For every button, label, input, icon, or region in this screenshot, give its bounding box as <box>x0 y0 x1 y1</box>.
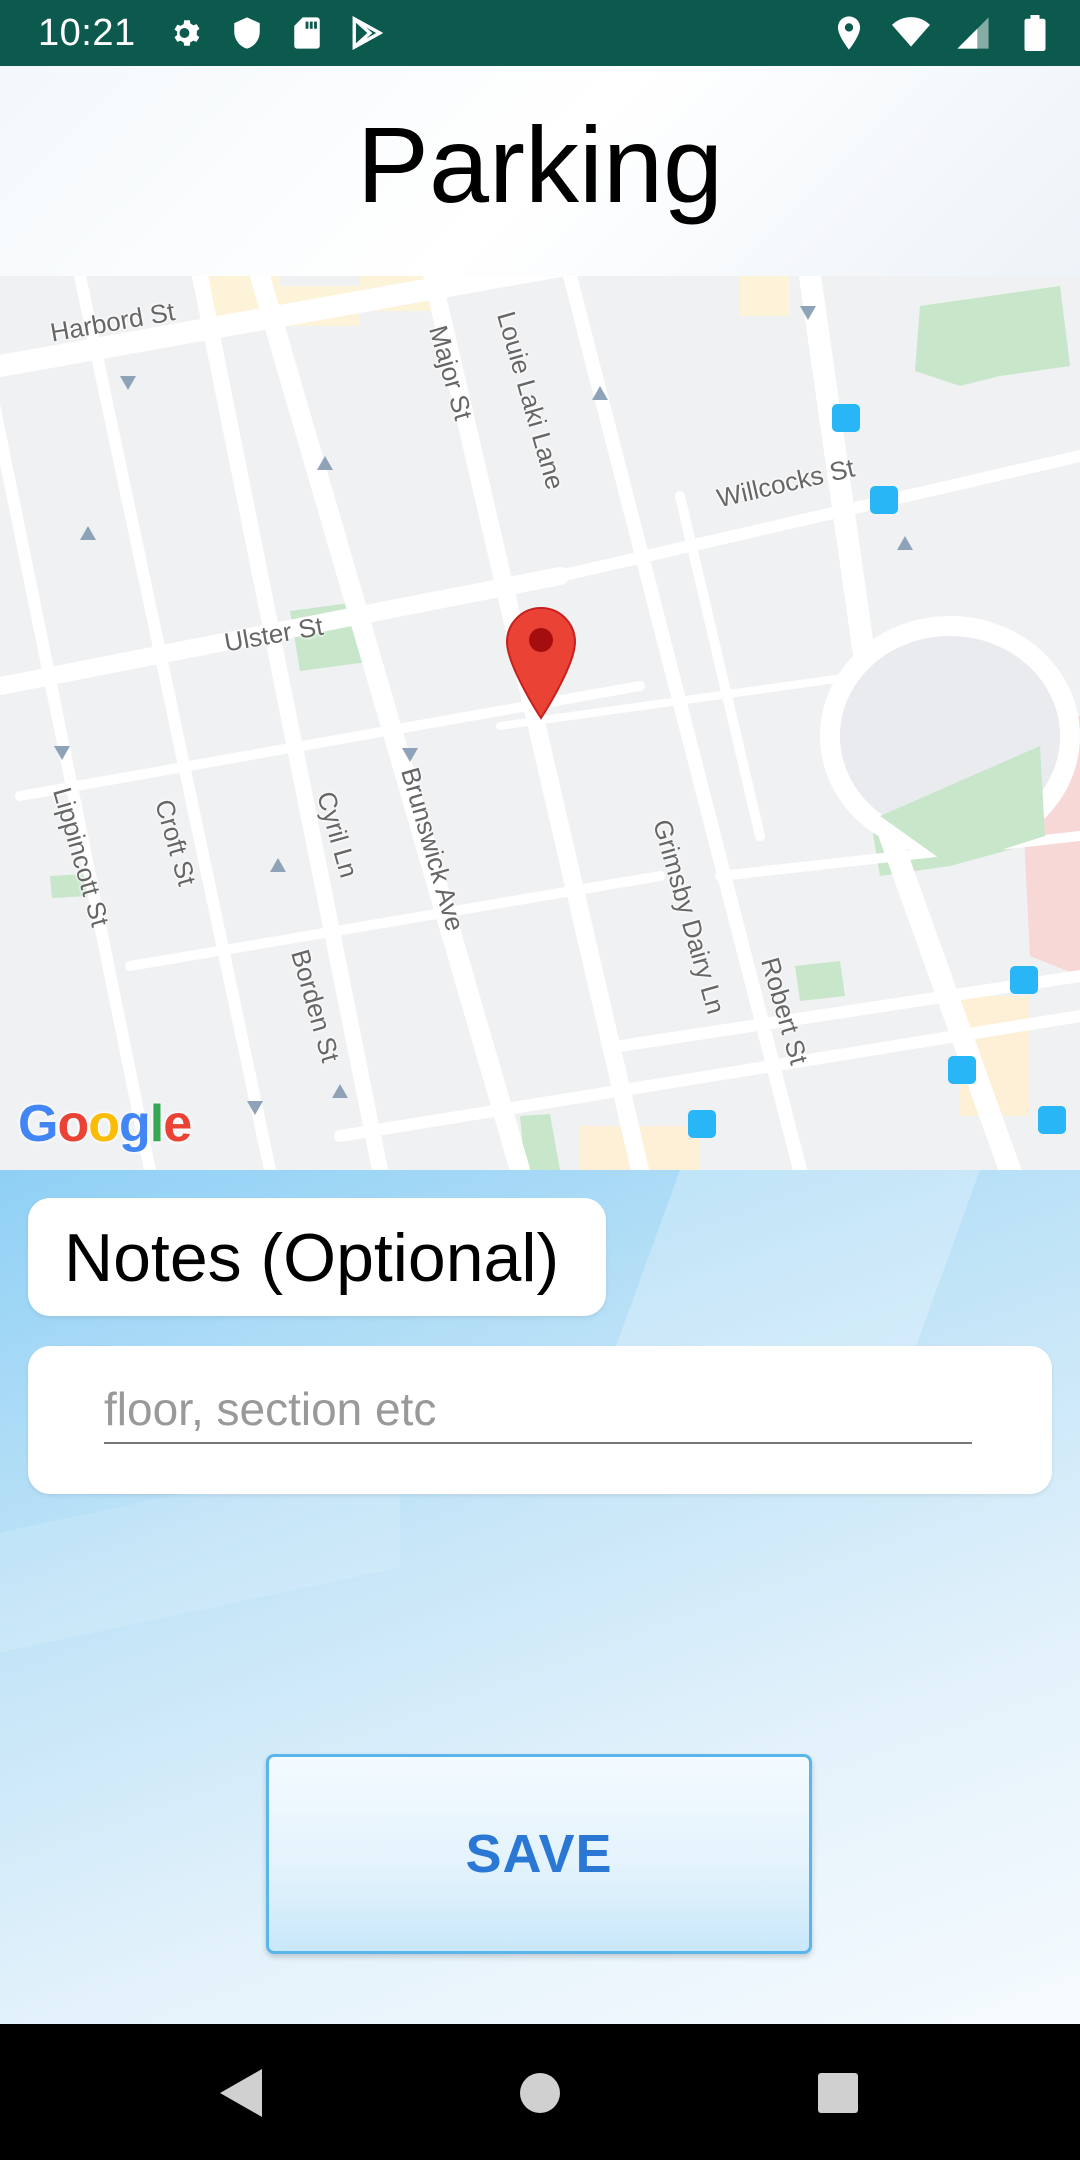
wifi-icon <box>892 14 930 52</box>
status-time: 10:21 <box>38 12 136 54</box>
page-title: Parking <box>356 104 724 225</box>
back-icon[interactable] <box>206 2058 276 2128</box>
location-icon <box>830 14 868 52</box>
sd-card-icon <box>288 14 326 52</box>
play-store-icon <box>348 14 386 52</box>
notes-input-card <box>28 1346 1052 1494</box>
notes-section: Notes (Optional) SAVE <box>0 1170 1080 2024</box>
header: Parking <box>0 66 1080 276</box>
gear-icon <box>168 14 206 52</box>
notes-label-card: Notes (Optional) <box>28 1198 606 1316</box>
save-button[interactable]: SAVE <box>266 1754 812 1954</box>
battery-icon <box>1016 14 1054 52</box>
map-view[interactable]: Harbord St Major St Louie Laki Lane Will… <box>0 276 1080 1170</box>
notes-label: Notes (Optional) <box>64 1220 560 1296</box>
google-logo: Google <box>18 1095 192 1153</box>
status-left-icons <box>168 14 386 52</box>
signal-icon <box>954 14 992 52</box>
recents-icon[interactable] <box>803 2058 873 2128</box>
navigation-bar <box>0 2024 1080 2160</box>
shield-icon <box>228 14 266 52</box>
status-bar: 10:21 <box>0 0 1080 66</box>
status-right-icons <box>830 14 1054 52</box>
notes-input[interactable] <box>104 1376 972 1444</box>
home-icon[interactable] <box>505 2058 575 2128</box>
